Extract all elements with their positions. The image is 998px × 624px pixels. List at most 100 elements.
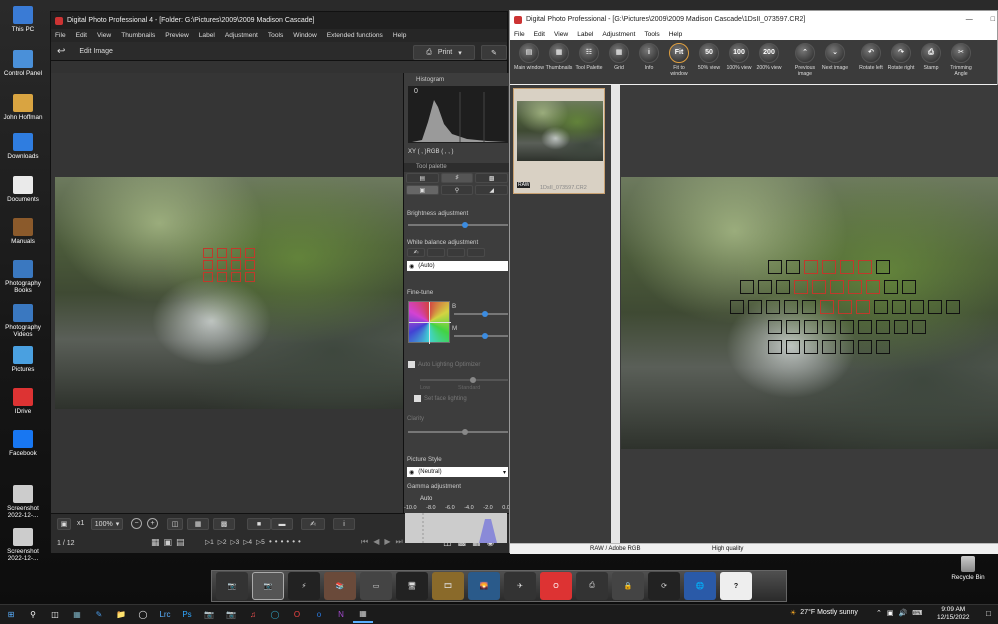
stamp-button[interactable]: ✍ (301, 518, 325, 530)
clock[interactable]: 9:09 AM 12/15/2022 (937, 606, 970, 622)
color-wheel[interactable] (408, 301, 451, 344)
toolbar-button[interactable]: 200 200% view (754, 40, 784, 71)
grid-button[interactable]: ■ (247, 518, 271, 530)
dock-rotate-icon[interactable]: ⟳ (648, 572, 680, 600)
office-icon[interactable]: O (287, 607, 307, 623)
brightness-knob[interactable] (462, 222, 468, 228)
fine-tune-b-slider[interactable] (454, 311, 508, 317)
task-view-icon[interactable]: ◫ (45, 607, 65, 623)
dpp-taskbar-icon[interactable]: 📷 (221, 607, 241, 623)
alo-slider[interactable] (420, 377, 508, 383)
dock-lock-icon[interactable]: 🔒 (612, 572, 644, 600)
b-knob[interactable] (482, 311, 488, 317)
picture-style-select[interactable]: ◉ (Neutral) ▾ (407, 467, 508, 477)
network-icon[interactable]: ▣ (887, 609, 894, 617)
image-viewer[interactable] (51, 73, 403, 513)
lightroom-icon[interactable]: Lrc (155, 607, 175, 623)
menu-item[interactable]: Adjustment (602, 31, 635, 38)
menu-item[interactable]: Thumbnails (121, 32, 155, 39)
clarity-slider[interactable] (408, 429, 508, 435)
wb-select[interactable]: ◉ (Auto) (407, 261, 508, 271)
dock-printer-icon[interactable]: ⎙ (576, 572, 608, 600)
filmstrip-view-icon[interactable]: ▤ (176, 537, 185, 548)
fine-tune-m-slider[interactable] (454, 333, 508, 339)
menu-item[interactable]: View (97, 32, 111, 39)
desktop-icon[interactable]: Manuals (0, 218, 46, 245)
menu-item[interactable]: Edit (76, 32, 87, 39)
tab-adjust-icon[interactable]: ▣ (406, 185, 439, 195)
dpp-active-icon[interactable]: ▦ (353, 607, 373, 623)
rating-button[interactable]: ▷4 (243, 538, 252, 546)
thumbnail-card[interactable]: RAW 1DsII_073597.CR2 (513, 88, 605, 194)
menu-item[interactable]: Help (393, 32, 407, 39)
tray-icons[interactable]: ⌃ ▣ 🔊 ⌨ (876, 609, 922, 617)
print-button[interactable]: ⎙ Print ▾ (413, 45, 475, 60)
rating-button[interactable]: ▷3 (231, 538, 240, 546)
info-button[interactable]: i (333, 518, 355, 530)
toolbar-button[interactable]: ▦ Grid (604, 40, 634, 71)
desktop-icon[interactable]: John Hoffman (0, 94, 46, 121)
dock-camera-icon[interactable]: 📷 (216, 572, 248, 600)
recycle-bin-icon[interactable]: Recycle Bin (948, 556, 988, 581)
onenote-icon[interactable]: N (331, 607, 351, 623)
desktop-icon[interactable]: Facebook (0, 430, 46, 457)
dock-film-icon[interactable]: 🎞 (432, 572, 464, 600)
dock-plane-icon[interactable]: ✈ (504, 572, 536, 600)
zoom-select[interactable]: 100% ▾ (91, 518, 123, 530)
zoom-in-icon[interactable]: + (147, 518, 158, 529)
browser-icon[interactable]: ◯ (133, 607, 153, 623)
menu-item[interactable]: Edit (534, 31, 545, 38)
x1-label[interactable]: x1 (77, 520, 84, 527)
desktop-icon[interactable]: Downloads (0, 133, 46, 160)
desktop-icon[interactable]: Photography Videos (0, 304, 46, 338)
menu-item[interactable]: Tools (268, 32, 283, 39)
back-arrow-icon[interactable]: ↩ (57, 46, 65, 57)
weather-widget[interactable]: ☀ 27°F Mostly sunny (790, 609, 858, 617)
compare-button[interactable]: ◫ (167, 518, 183, 530)
tab-crop-icon[interactable]: ♯ (440, 173, 474, 183)
tab-detail-icon[interactable]: ⚲ (440, 185, 474, 195)
alo-checkbox[interactable] (408, 361, 415, 368)
explorer-icon[interactable]: 📁 (111, 607, 131, 623)
toolbar-button[interactable]: 100 100% view (724, 40, 754, 71)
menu-item[interactable]: Extended functions (327, 32, 383, 39)
desktop-icon[interactable]: Pictures (0, 346, 46, 373)
dock-globe-icon[interactable]: 🌐 (684, 572, 716, 600)
pen-icon[interactable]: ✎ (89, 607, 109, 623)
tab-tone-icon[interactable]: ◢ (475, 185, 509, 195)
layout-button[interactable]: ▦ (187, 518, 209, 530)
wb-preset-1[interactable] (427, 248, 445, 257)
toolbar-button[interactable]: 50 50% view (694, 40, 724, 71)
dock-books-icon[interactable]: 📚 (324, 572, 356, 600)
menu-item[interactable]: Window (293, 32, 316, 39)
dock-tablet-icon[interactable]: ▭ (360, 572, 392, 600)
afpoint-button[interactable]: ▩ (213, 518, 235, 530)
calculator-icon[interactable]: ▦ (67, 607, 87, 623)
tab-basic-icon[interactable]: ▤ (406, 173, 439, 183)
menu-item[interactable]: Tools (644, 31, 659, 38)
music-icon[interactable]: ♫ (243, 607, 263, 623)
desktop-icon[interactable]: Screenshot 2022-12-... (0, 485, 46, 519)
tab-lens-icon[interactable]: ▩ (475, 173, 509, 183)
rating-button[interactable]: ▷1 (205, 538, 214, 546)
nav-arrows[interactable]: ⏮◀▶⏭ (361, 537, 408, 547)
highlight-button[interactable]: ▬ (271, 518, 293, 530)
menu-item[interactable]: View (554, 31, 568, 38)
toolbar-button[interactable]: ✂ Trimming Angle (946, 40, 976, 77)
fit-icon[interactable]: ▣ (57, 518, 71, 530)
clarity-knob[interactable] (462, 429, 468, 435)
rating-button[interactable]: ▷2 (218, 538, 227, 546)
wb-preset-2[interactable] (447, 248, 465, 257)
desktop-icon[interactable]: Documents (0, 176, 46, 203)
view-mode-icons[interactable]: ▦ ▣ ▤ (151, 537, 185, 548)
volume-icon[interactable]: 🔊 (899, 609, 908, 617)
toolbar-button[interactable]: i Info (634, 40, 664, 71)
dock-photo-icon[interactable]: 🌄 (468, 572, 500, 600)
desktop-icon[interactable]: This PC (0, 6, 46, 33)
search-icon[interactable]: ⚲ (23, 607, 43, 623)
eyedropper-icon[interactable]: ✍ (407, 248, 425, 257)
notification-icon[interactable]: □ (986, 609, 991, 618)
outlook-icon[interactable]: o (309, 607, 329, 623)
menu-item[interactable]: Adjustment (225, 32, 258, 39)
toolbar-button[interactable]: ☷ Tool Palette (574, 40, 604, 71)
